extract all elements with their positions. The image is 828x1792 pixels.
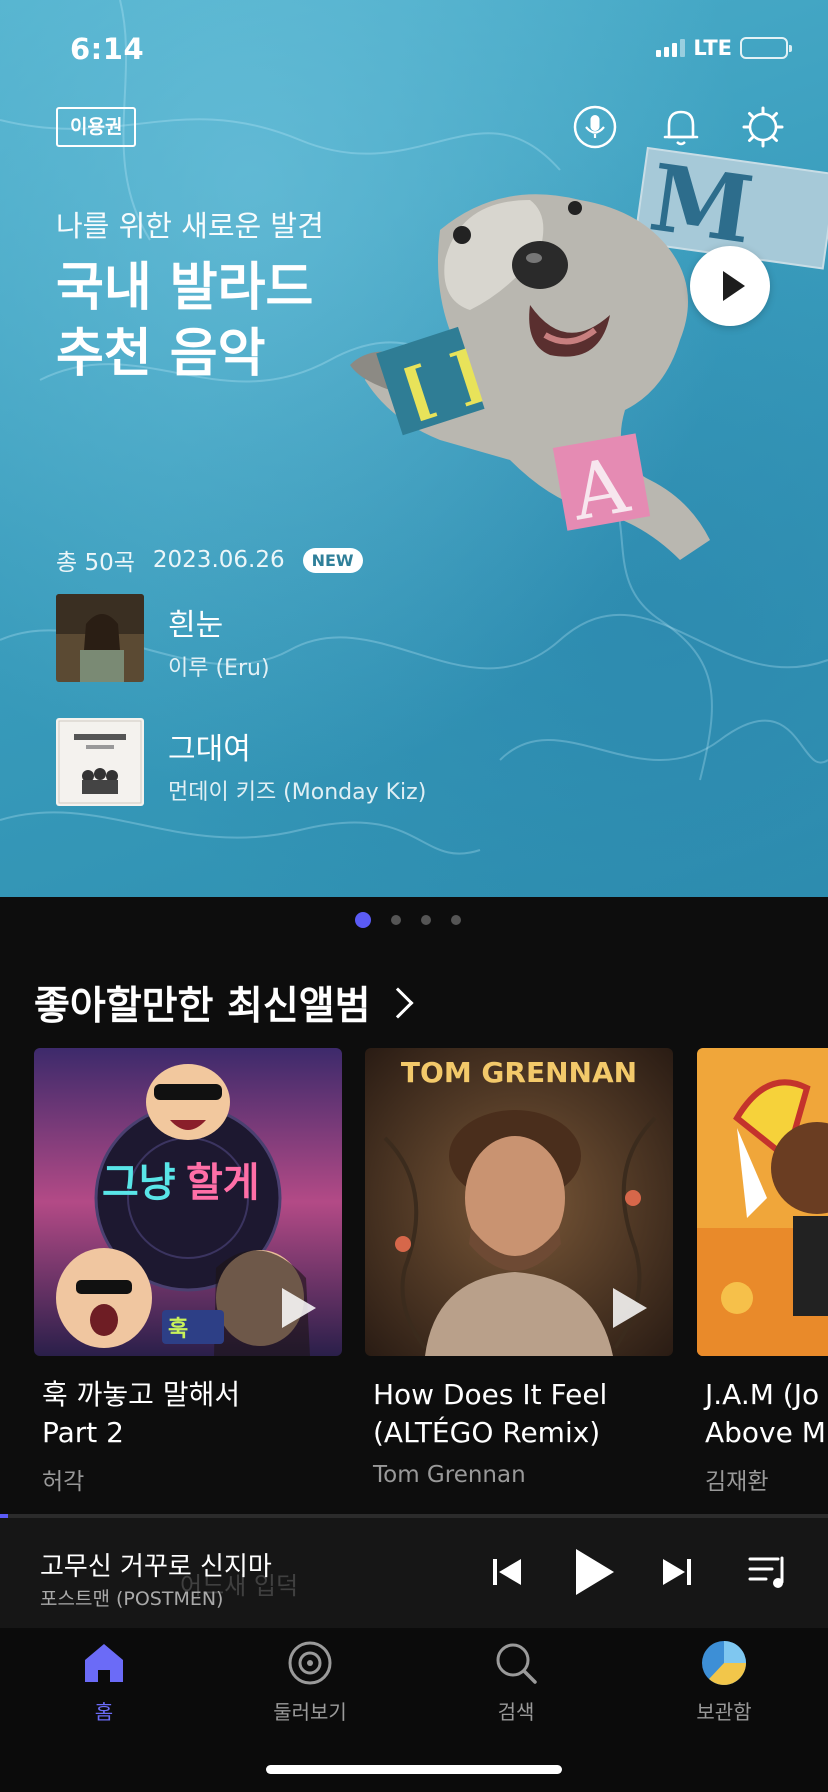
disc-icon [288, 1641, 332, 1685]
hero-subtitle: 나를 위한 새로운 발견 [56, 209, 324, 243]
track-thumbnail [56, 718, 144, 806]
carousel-dot[interactable] [391, 915, 401, 925]
svg-text:훅: 훅 [168, 1317, 188, 1342]
home-indicator [266, 1765, 562, 1774]
album-artist: 김재환 [705, 1469, 769, 1495]
library-icon [702, 1641, 746, 1685]
album-card[interactable]: J.A.M (Jo Above M 김재환 [697, 1048, 828, 1496]
album-cover [697, 1048, 828, 1356]
album-title: How Does It Feel (ALTÉGO Remix) [373, 1378, 608, 1449]
status-time: 6:14 [70, 32, 145, 66]
album-artist: 허각 [42, 1469, 85, 1495]
album-artist: Tom Grennan [373, 1462, 526, 1488]
album-cover-art [697, 1048, 828, 1356]
tab-home[interactable]: 홈 [34, 1638, 174, 1725]
previous-icon[interactable] [490, 1555, 524, 1589]
section-header-new-albums[interactable]: 좋아할만한 최신앨범 [34, 975, 414, 1031]
battery-icon [740, 37, 792, 59]
track-artist: 이루 (Eru) [168, 656, 270, 681]
network-type: LTE [693, 36, 732, 60]
playlist-meta: 총 50곡 2023.06.26 NEW [56, 543, 363, 577]
now-playing-artist: 포스트맨 (POSTMEN) [40, 1588, 224, 1610]
track-row[interactable]: 그대여 먼데이 키즈 (Monday Kiz) [56, 718, 756, 808]
svg-text:할게: 할게 [186, 1160, 260, 1206]
album-cover-text: TOM GRENNAN [401, 1056, 637, 1089]
hero-title: 국내 발라드 추천 음악 [56, 258, 314, 384]
play-icon[interactable] [572, 1546, 616, 1598]
album-card[interactable]: TOM GRENNAN How Does It Feel (ALTÉGO Rem… [365, 1048, 673, 1488]
hero-play-button[interactable] [690, 246, 770, 326]
hero-collage-art: M [ ] A [350, 143, 828, 560]
section-title: 좋아할만한 최신앨범 [34, 984, 371, 1029]
hero-banner[interactable]: 6:14 LTE 이용권 나를 위한 새로운 발견 국내 발라드 추천 음악 M… [0, 0, 828, 897]
playlist-date: 2023.06.26 [152, 547, 285, 573]
tab-library[interactable]: 보관함 [654, 1638, 794, 1725]
album-carousel[interactable]: 그냥 할게 훅 훅 까놓고 말해서 Part 2 허각 TOM GRENNAN … [34, 1048, 828, 1498]
track-title: 흰눈 [168, 608, 224, 643]
tab-label: 둘러보기 [273, 1700, 347, 1724]
album-cover: 그냥 할게 훅 [34, 1048, 342, 1356]
carousel-dot[interactable] [451, 915, 461, 925]
carousel-pagination[interactable] [355, 912, 461, 928]
album-title: 훅 까놓고 말해서 Part 2 [42, 1378, 241, 1449]
chevron-right-icon [381, 987, 414, 1019]
tab-label: 보관함 [696, 1700, 752, 1724]
status-bar: 6:14 LTE [70, 30, 792, 70]
carousel-dot[interactable] [355, 912, 371, 928]
tab-label: 검색 [497, 1700, 535, 1724]
carousel-dot[interactable] [421, 915, 431, 925]
voucher-button[interactable]: 이용권 [56, 107, 137, 147]
tab-label: 홈 [94, 1700, 114, 1724]
album-play-icon[interactable] [278, 1286, 318, 1330]
album-title: J.A.M (Jo Above M [705, 1378, 826, 1449]
next-icon[interactable] [660, 1555, 694, 1589]
track-title: 그대여 [168, 732, 251, 767]
search-icon [496, 1643, 537, 1684]
mini-player[interactable]: 어느새 입덕 고무신 거꾸로 신지마 포스트맨 (POSTMEN) [0, 1518, 828, 1628]
tab-bar: 홈 둘러보기 검색 보관함 [0, 1628, 828, 1792]
new-badge: NEW [302, 547, 363, 573]
track-row[interactable]: 흰눈 이루 (Eru) [56, 594, 756, 684]
track-thumbnail [56, 594, 144, 682]
tab-browse[interactable]: 둘러보기 [240, 1638, 380, 1725]
now-playing-title: 고무신 거꾸로 신지마 [40, 1552, 272, 1582]
tab-search[interactable]: 검색 [446, 1638, 586, 1725]
track-artist: 먼데이 키즈 (Monday Kiz) [168, 780, 427, 805]
album-cover: TOM GRENNAN [365, 1048, 673, 1356]
svg-text:그냥: 그냥 [102, 1160, 176, 1206]
track-count: 총 50곡 [56, 550, 135, 576]
album-card[interactable]: 그냥 할게 훅 훅 까놓고 말해서 Part 2 허각 [34, 1048, 342, 1496]
home-icon [85, 1644, 123, 1682]
album-play-icon[interactable] [609, 1286, 649, 1330]
signal-icon [656, 39, 686, 57]
playlist-icon[interactable] [748, 1554, 788, 1590]
